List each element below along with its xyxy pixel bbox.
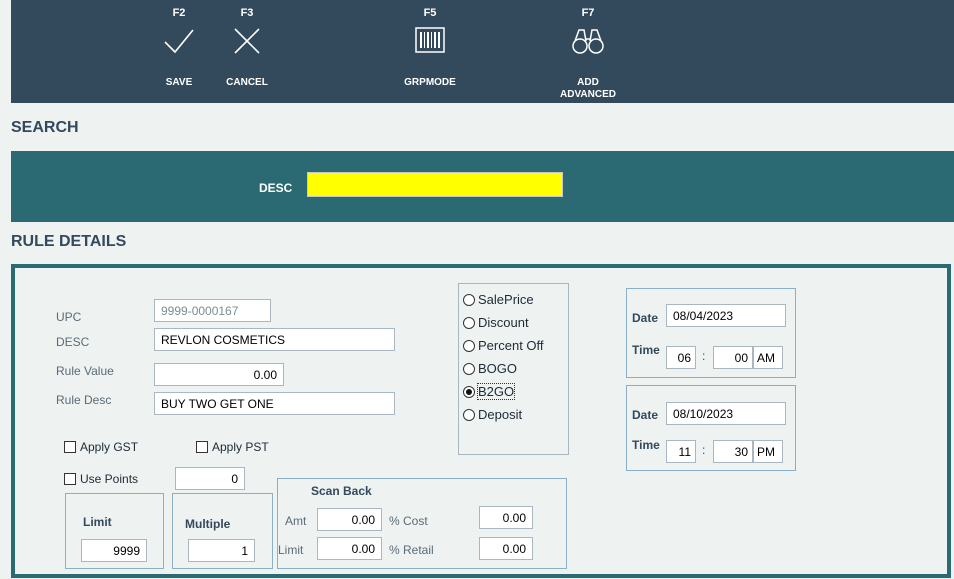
cancel-button[interactable]: F3 CANCEL — [222, 0, 272, 103]
use-points-label: Use Points — [80, 472, 139, 486]
end-date-label: Date — [632, 408, 659, 422]
check-icon — [162, 26, 196, 61]
rule-type-radio-group: SalePrice Discount Percent Off BOGO B2GO… — [458, 283, 569, 455]
rule-details-title: RULE DETAILS — [11, 233, 127, 250]
scan-back-amt-field[interactable] — [317, 508, 382, 531]
radio-saleprice-label: SalePrice — [478, 292, 534, 307]
start-time-label: Time — [632, 343, 660, 357]
scan-back-title: Scan Back — [311, 484, 372, 498]
grpmode-button[interactable]: F5 GRPMODE — [400, 0, 460, 103]
radio-bogo-label: BOGO — [478, 361, 518, 376]
rule-editor-page: F2 SAVE F3 CANCEL F5 GRPMODE F7 ADD ADVA… — [0, 0, 954, 579]
use-points-box[interactable] — [64, 473, 76, 485]
toolbar: F2 SAVE F3 CANCEL F5 GRPMODE F7 ADD ADVA… — [11, 0, 954, 103]
scan-back-limit-label: Limit — [278, 543, 304, 557]
rule-desc-field[interactable] — [154, 392, 395, 415]
grpmode-label: GRPMODE — [404, 77, 456, 88]
start-hour-field[interactable] — [666, 346, 696, 369]
scan-back-amt-label: Amt — [285, 514, 307, 528]
radio-percent-off[interactable]: Percent Off — [463, 338, 544, 353]
start-minute-field[interactable] — [713, 346, 753, 369]
radio-b2go-label: B2GO — [476, 383, 516, 400]
binoculars-icon — [571, 26, 605, 61]
apply-gst-box[interactable] — [64, 441, 76, 453]
add-advanced-button[interactable]: F7 ADD ADVANCED — [548, 0, 628, 103]
multiple-label: Multiple — [185, 517, 231, 531]
rule-details-panel: UPC DESC Rule Value Rule Desc Apply GST … — [11, 264, 951, 578]
add-advanced-label-line2: ADVANCED — [560, 89, 616, 100]
radio-saleprice-button[interactable] — [463, 293, 475, 306]
radio-deposit-button[interactable] — [463, 408, 475, 421]
scan-back-retail-label: % Retail — [389, 543, 434, 557]
radio-discount[interactable]: Discount — [463, 315, 529, 330]
search-section-title: SEARCH — [11, 119, 79, 136]
end-datetime-group: Date Time : — [626, 385, 796, 471]
x-icon — [232, 26, 262, 61]
search-desc-input[interactable] — [307, 172, 563, 197]
scan-back-limit-field[interactable] — [317, 537, 382, 560]
start-date-field[interactable] — [666, 304, 786, 327]
start-datetime-group: Date Time : — [626, 288, 796, 378]
apply-pst-label: Apply PST — [212, 440, 269, 454]
start-time-colon: : — [702, 349, 706, 363]
search-desc-label: DESC — [259, 181, 293, 195]
save-button[interactable]: F2 SAVE — [154, 0, 204, 103]
barcode-icon — [415, 26, 445, 59]
apply-gst-label: Apply GST — [80, 440, 139, 454]
end-minute-field[interactable] — [713, 440, 753, 463]
scan-back-retail-field[interactable] — [479, 537, 533, 560]
points-field[interactable] — [175, 467, 245, 490]
grpmode-fkey: F5 — [423, 7, 437, 19]
apply-pst-box[interactable] — [196, 441, 208, 453]
limit-group: Limit — [65, 493, 164, 569]
apply-gst-checkbox[interactable]: Apply GST — [64, 440, 138, 454]
desc-label: DESC — [56, 335, 90, 349]
start-ampm-field[interactable] — [753, 346, 783, 369]
radio-deposit-label: Deposit — [478, 407, 523, 422]
radio-discount-button[interactable] — [463, 316, 475, 329]
rule-value-label: Rule Value — [56, 364, 114, 378]
end-date-field[interactable] — [666, 402, 786, 425]
upc-field[interactable] — [154, 299, 271, 322]
limit-label: Limit — [83, 515, 112, 529]
add-advanced-fkey: F7 — [581, 7, 595, 19]
multiple-group: Multiple — [172, 493, 273, 569]
apply-pst-checkbox[interactable]: Apply PST — [196, 440, 269, 454]
radio-percent-off-label: Percent Off — [478, 338, 544, 353]
radio-bogo[interactable]: BOGO — [463, 361, 517, 376]
start-date-label: Date — [632, 311, 659, 325]
use-points-checkbox[interactable]: Use Points — [64, 472, 138, 486]
end-hour-field[interactable] — [666, 440, 696, 463]
add-advanced-label: ADD ADVANCED — [548, 77, 628, 101]
search-band: DESC — [11, 151, 954, 222]
limit-field[interactable] — [81, 539, 147, 562]
save-fkey: F2 — [172, 7, 186, 19]
cancel-fkey: F3 — [240, 7, 254, 19]
radio-b2go[interactable]: B2GO — [463, 383, 516, 400]
multiple-field[interactable] — [188, 539, 255, 562]
rule-value-field[interactable] — [154, 363, 284, 386]
scan-back-group: Scan Back Amt Limit % Cost % Retail — [277, 478, 567, 569]
rule-desc-label: Rule Desc — [56, 393, 112, 407]
radio-bogo-button[interactable] — [463, 362, 475, 375]
radio-saleprice[interactable]: SalePrice — [463, 292, 534, 307]
save-label: SAVE — [165, 77, 193, 88]
radio-percent-off-button[interactable] — [463, 339, 475, 352]
end-time-label: Time — [632, 438, 660, 452]
radio-discount-label: Discount — [478, 315, 529, 330]
radio-deposit[interactable]: Deposit — [463, 407, 522, 422]
radio-b2go-button[interactable] — [463, 385, 475, 398]
cancel-label: CANCEL — [226, 77, 268, 88]
scan-back-cost-field[interactable] — [479, 506, 533, 529]
scan-back-cost-label: % Cost — [389, 514, 428, 528]
desc-field[interactable] — [154, 328, 395, 351]
add-advanced-label-line1: ADD — [577, 77, 599, 88]
end-ampm-field[interactable] — [753, 440, 783, 463]
end-time-colon: : — [702, 443, 706, 457]
upc-label: UPC — [56, 310, 82, 324]
